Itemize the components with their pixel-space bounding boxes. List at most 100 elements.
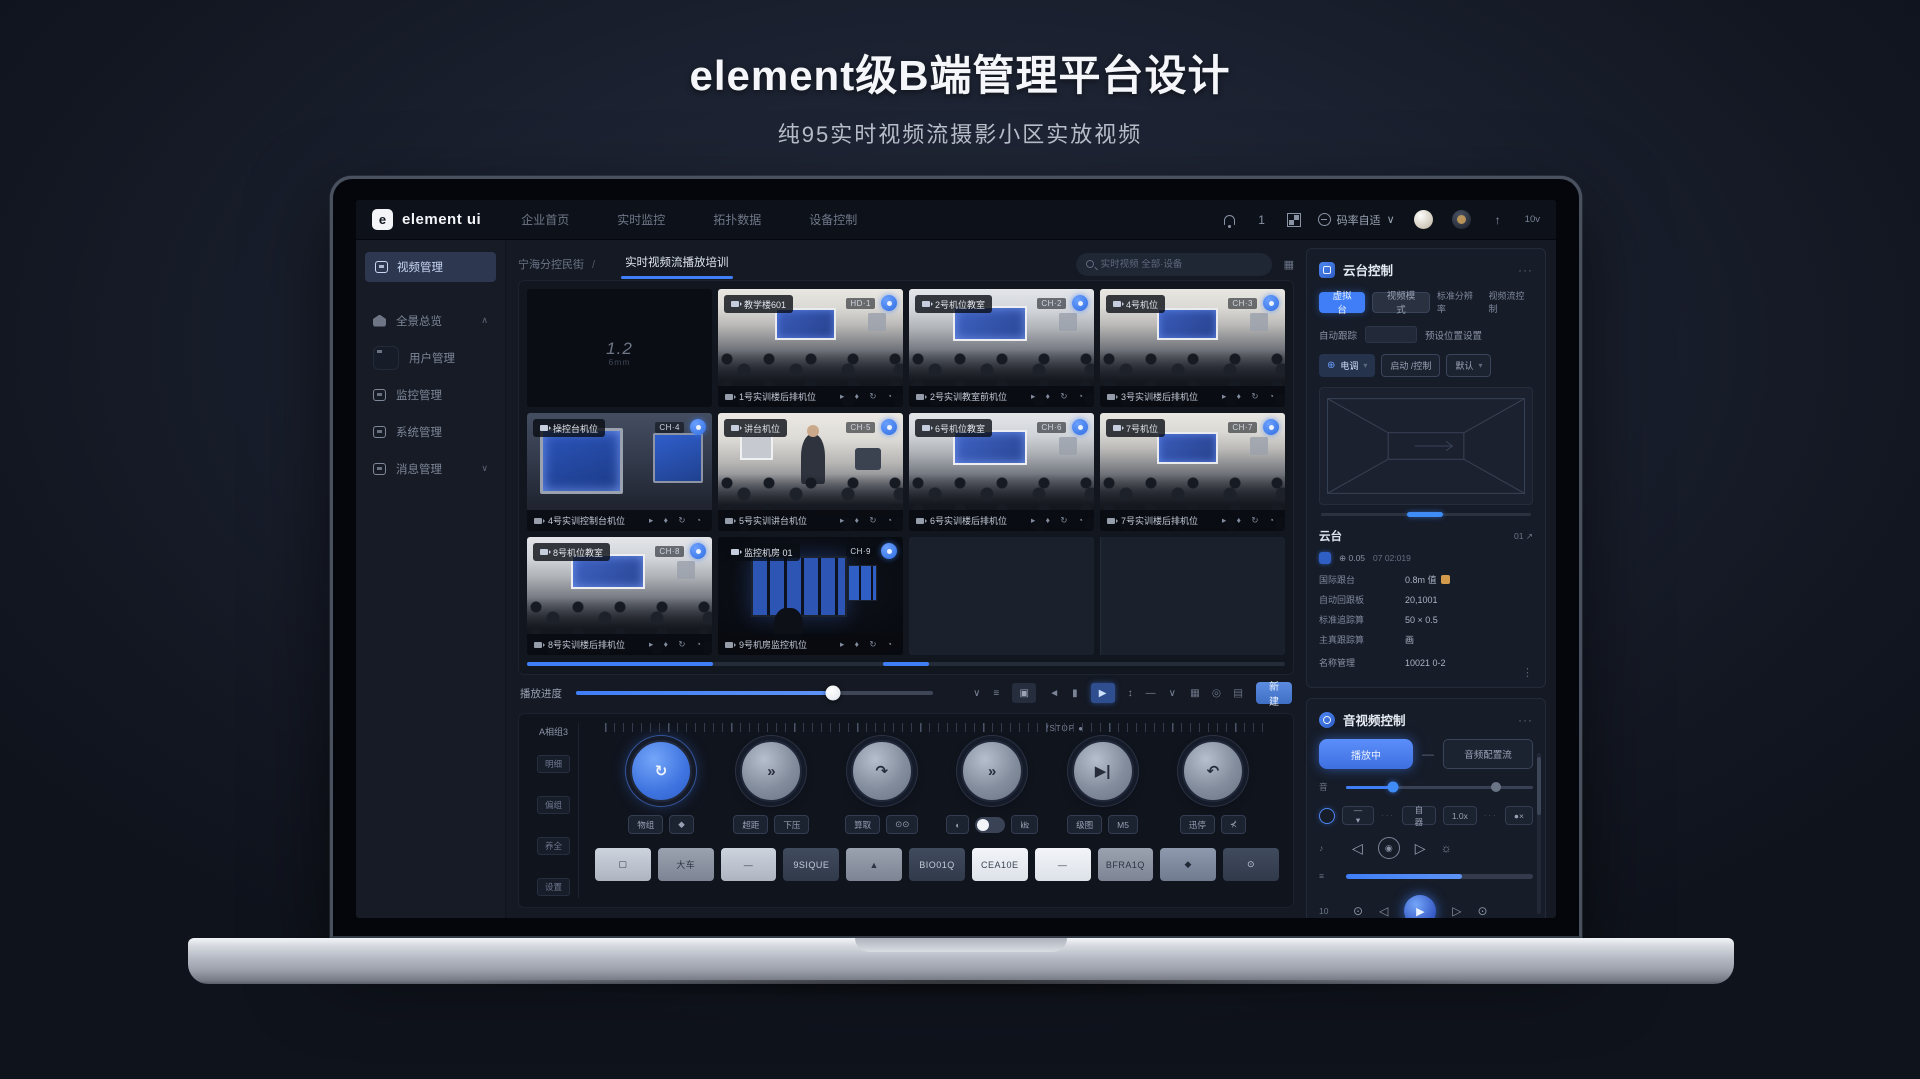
video-tile[interactable]: 监控机房 01CH·99号机房监控机位▸ ♦ ↻ ◔ xyxy=(718,537,903,655)
sidebar-item-4[interactable]: 消息管理∨ xyxy=(365,450,496,487)
tile-toolbar-icons[interactable]: ▸ ♦ ↻ ◔ xyxy=(1031,391,1087,402)
knob-button[interactable]: 超距 xyxy=(733,815,768,834)
video-tile[interactable]: 1.26mm xyxy=(527,289,712,407)
sidebar-item-active[interactable]: 视频管理 xyxy=(365,252,496,282)
sidebar-item-0[interactable]: 全景总览∧ xyxy=(365,302,496,339)
layout-tool-icon[interactable]: ▦ xyxy=(1284,258,1294,271)
deck-button-5[interactable]: BIO01Q xyxy=(909,848,965,881)
tab-live-video[interactable]: 实时视频流播放培训 xyxy=(625,254,729,274)
deck-button-1[interactable]: 大车 xyxy=(658,848,714,881)
playback-control-0[interactable]: ∨ xyxy=(973,688,980,699)
playback-control-8[interactable]: ∨ xyxy=(1169,688,1176,699)
more-icon[interactable]: ··· xyxy=(1518,263,1533,277)
playback-control-1[interactable]: ≡ xyxy=(993,688,999,699)
knob-button[interactable]: 下压 xyxy=(774,815,809,834)
deck-button-2[interactable]: — xyxy=(721,848,777,881)
audio-config-button[interactable]: 音频配置流 xyxy=(1443,739,1533,769)
camera-action-button[interactable] xyxy=(881,295,897,311)
bitrate-dropdown[interactable]: 码率自适 ∨ xyxy=(1318,212,1395,228)
toggle-switch[interactable] xyxy=(975,817,1005,833)
knob-button[interactable]: ⊀ xyxy=(1221,815,1246,834)
deck-button-0[interactable]: ▢ xyxy=(595,848,651,881)
camera-action-button[interactable] xyxy=(1263,295,1279,311)
knob-dial-4[interactable]: ▶| xyxy=(1072,740,1134,802)
camera-action-button[interactable] xyxy=(690,419,706,435)
knob-dial-0[interactable]: ↻ xyxy=(630,740,692,802)
deck-button-6[interactable]: CEA10E xyxy=(972,848,1028,881)
camera-action-button[interactable] xyxy=(1072,419,1088,435)
timeline-slider[interactable] xyxy=(576,691,933,695)
video-tile[interactable]: 4号机位CH·33号实训楼后排机位▸ ♦ ↻ ◔ xyxy=(1100,289,1285,407)
upload-icon[interactable]: ↑ xyxy=(1490,213,1506,227)
grid-scrollbar[interactable] xyxy=(527,662,1285,666)
audio-ring-icon[interactable] xyxy=(1319,808,1335,824)
deck-button-8[interactable]: BFRA1Q xyxy=(1098,848,1154,881)
tile-toolbar-icons[interactable]: ▸ ♦ ↻ ◔ xyxy=(840,639,896,650)
avatar-secondary[interactable] xyxy=(1452,210,1471,229)
video-tile[interactable]: 6号机位教室CH·66号实训楼后排机位▸ ♦ ↻ ◔ xyxy=(909,413,1094,531)
stream-link[interactable]: 视频流控制 xyxy=(1488,289,1533,315)
nav-item-0[interactable]: 企业首页 xyxy=(521,211,569,228)
knob-button[interactable]: ⊙⊙ xyxy=(886,815,918,834)
knob-dial-3[interactable]: » xyxy=(961,740,1023,802)
video-tile[interactable]: 操控台机位CH·44号实训控制台机位▸ ♦ ↻ ◔ xyxy=(527,413,712,531)
deck-side-label-1[interactable]: 偏组 xyxy=(537,796,570,814)
track-input[interactable] xyxy=(1365,326,1417,343)
apps-grid-icon[interactable] xyxy=(1289,215,1299,225)
knob-button[interactable]: 级图 xyxy=(1067,815,1102,834)
app-logo[interactable]: e element ui xyxy=(372,209,481,230)
tile-toolbar-icons[interactable]: ▸ ♦ ↻ ◔ xyxy=(840,391,896,402)
timeline-thumb[interactable] xyxy=(826,686,841,701)
tile-toolbar-icons[interactable]: ▸ ♦ ↻ ◔ xyxy=(1222,515,1278,526)
panel-scrollbar[interactable] xyxy=(1537,753,1541,914)
resolution-link[interactable]: 标准分辨率 xyxy=(1437,289,1482,315)
deck-side-label-0[interactable]: 明细 xyxy=(537,755,570,773)
audio-bottom-icon-4[interactable]: ⊙ xyxy=(1478,904,1488,918)
audio-mini-button-3[interactable]: ●× xyxy=(1505,806,1533,825)
search-input[interactable] xyxy=(1101,259,1262,270)
playback-control-2[interactable]: ▣ xyxy=(1012,683,1036,703)
nav-item-1[interactable]: 实时监控 xyxy=(617,211,665,228)
audio-bottom-icon-1[interactable]: ◁ xyxy=(1379,904,1388,918)
search-box[interactable] xyxy=(1076,253,1272,276)
tile-toolbar-icons[interactable]: ▸ ♦ ↻ ◔ xyxy=(1222,391,1278,402)
volume-thumb-low[interactable] xyxy=(1387,782,1398,793)
breadcrumb[interactable]: 宁海分控民街/ xyxy=(518,256,595,272)
ptz-viewport[interactable] xyxy=(1319,387,1533,505)
default-dropdown[interactable]: 默认 ▾ xyxy=(1446,354,1491,377)
audio-progress-bar[interactable] xyxy=(1346,874,1533,879)
deck-button-9[interactable]: ◆ xyxy=(1160,848,1216,881)
playing-button[interactable]: 播放中 xyxy=(1319,739,1413,769)
audio-mini-button-2[interactable]: 1.0x xyxy=(1443,806,1477,825)
sidebar-item-3[interactable]: 系统管理 xyxy=(365,413,496,450)
knob-button[interactable]: 物组 xyxy=(628,815,663,834)
camera-action-button[interactable] xyxy=(690,543,706,559)
deck-button-3[interactable]: 9SIQUE xyxy=(783,848,839,881)
knob-button[interactable]: ◆ xyxy=(669,815,694,834)
more-icon[interactable]: ··· xyxy=(1518,713,1533,727)
knob-button[interactable]: 迅停 xyxy=(1180,815,1215,834)
camera-action-button[interactable] xyxy=(881,419,897,435)
deck-side-label-3[interactable]: 设置 xyxy=(537,878,570,896)
settings-icon[interactable]: ☼ xyxy=(1441,841,1452,855)
tile-toolbar-icons[interactable]: ▸ ♦ ↻ ◔ xyxy=(1031,515,1087,526)
knob-dial-1[interactable]: » xyxy=(740,740,802,802)
video-tile[interactable]: 2号机位教室CH·22号实训教室前机位▸ ♦ ↻ ◔ xyxy=(909,289,1094,407)
video-tile[interactable]: 讲台机位CH·55号实训讲台机位▸ ♦ ↻ ◔ xyxy=(718,413,903,531)
view-icon-0[interactable]: ▦ xyxy=(1190,687,1200,699)
video-mode-button[interactable]: 视频模式 xyxy=(1372,292,1430,313)
video-tile[interactable]: 7号机位CH·77号实训楼后排机位▸ ♦ ↻ ◔ xyxy=(1100,413,1285,531)
device-dropdown[interactable]: ⊕ 电调 ▾ xyxy=(1319,354,1375,377)
kebab-icon[interactable]: ⋮ xyxy=(1522,666,1533,679)
nav-item-2[interactable]: 拓扑数据 xyxy=(713,211,761,228)
view-icon-1[interactable]: ◎ xyxy=(1212,687,1221,699)
view-icon-2[interactable]: ▤ xyxy=(1233,687,1243,699)
next-icon[interactable]: ▷ xyxy=(1415,840,1426,857)
prev-icon[interactable]: ◁ xyxy=(1352,840,1363,857)
deck-button-7[interactable]: — xyxy=(1035,848,1091,881)
playback-control-3[interactable]: ◄ xyxy=(1049,688,1059,699)
audio-mini-button-0[interactable]: — ▾ xyxy=(1342,806,1374,825)
tile-toolbar-icons[interactable]: ▸ ♦ ↻ ◔ xyxy=(649,515,705,526)
playback-control-4[interactable]: ▮ xyxy=(1072,688,1078,699)
avatar[interactable] xyxy=(1414,210,1433,229)
